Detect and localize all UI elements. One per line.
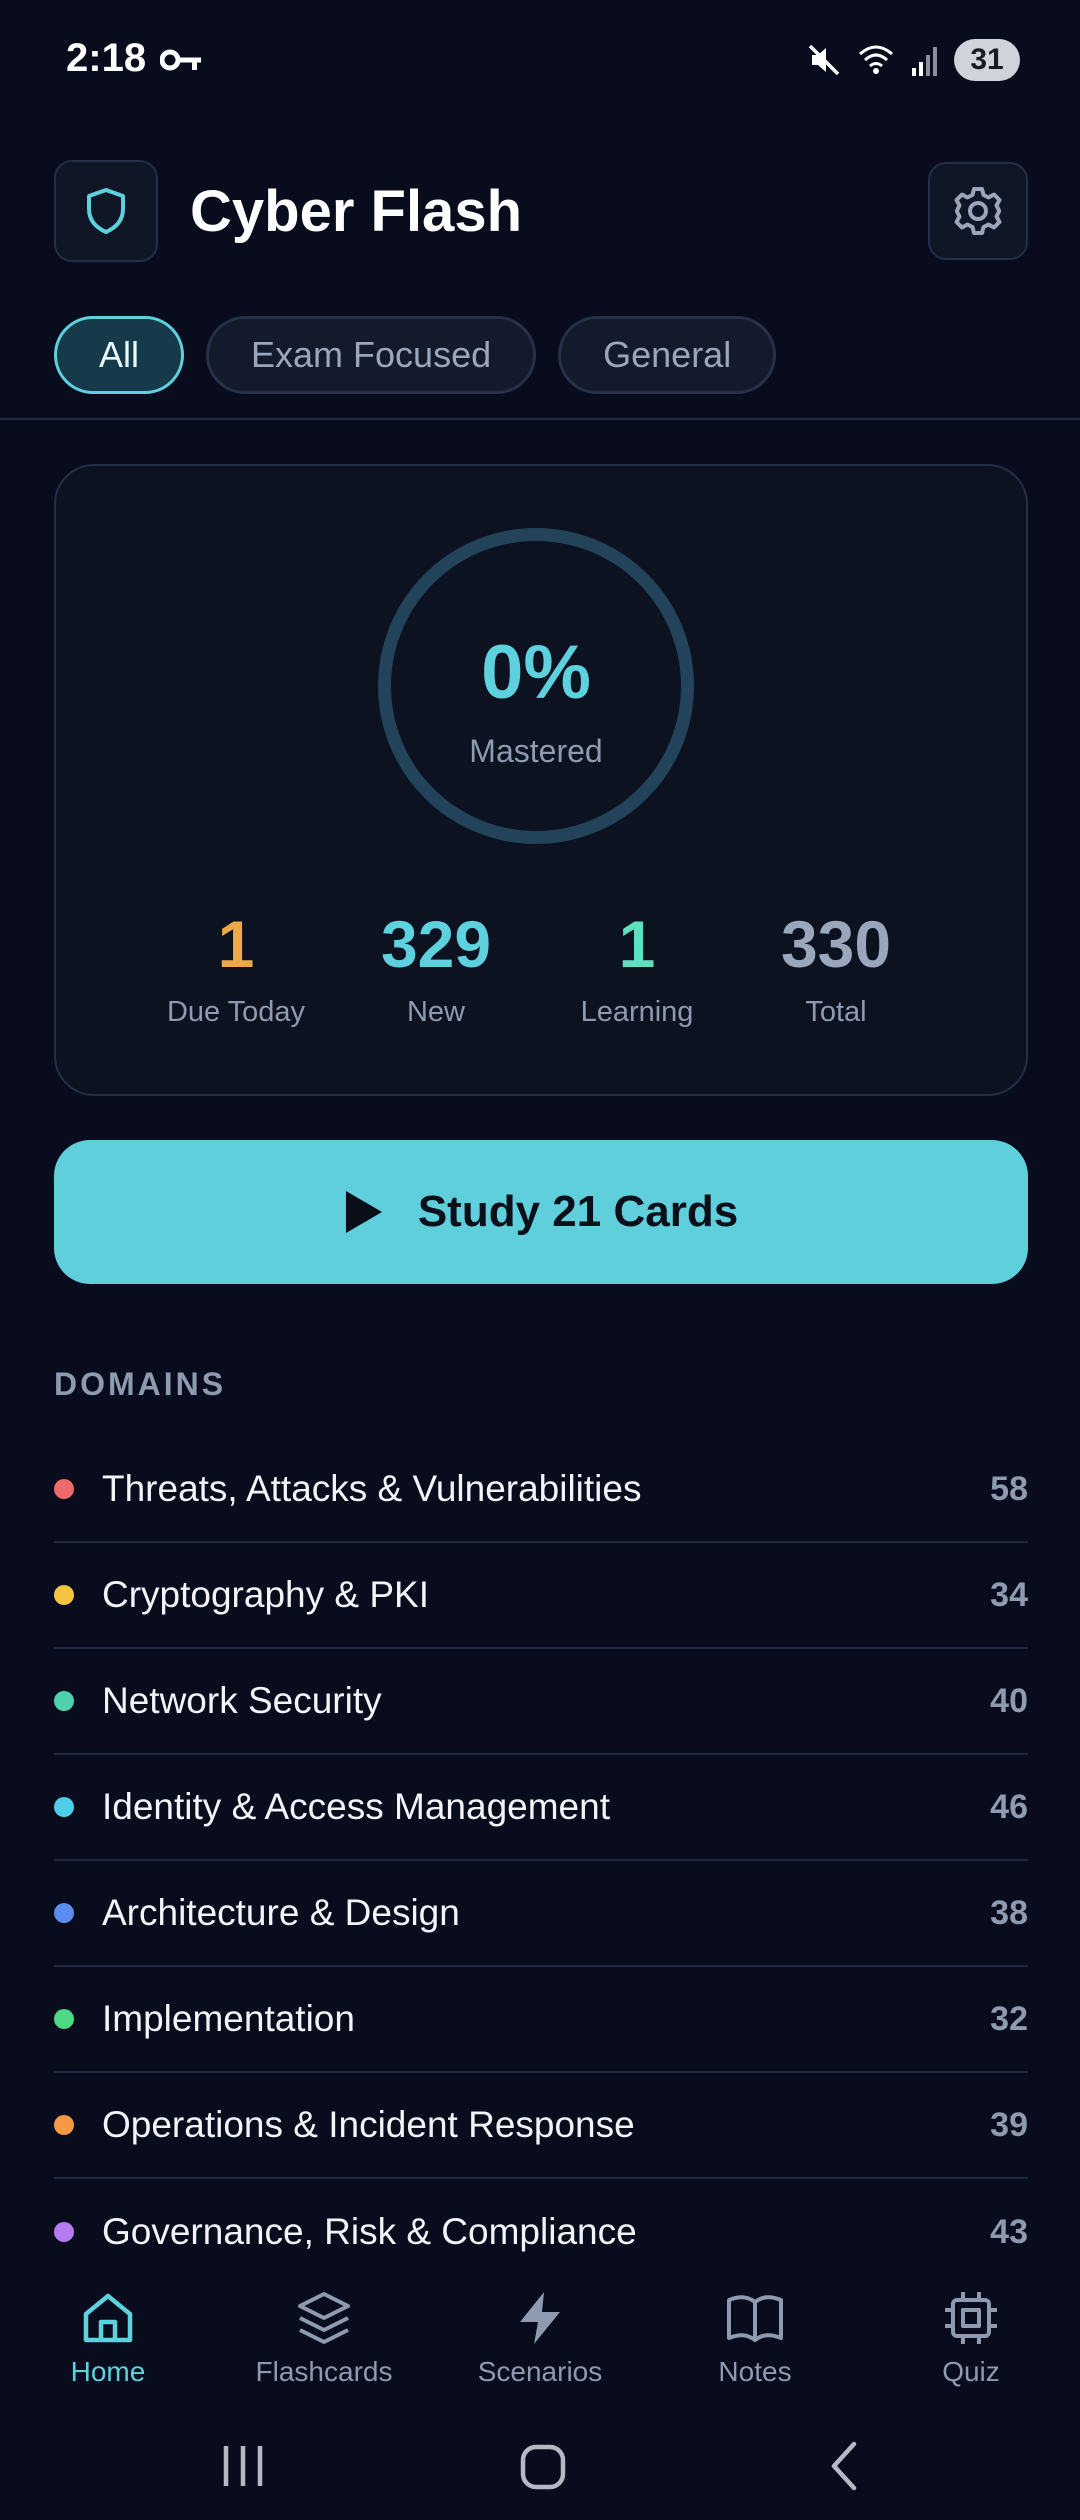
recents-icon[interactable] xyxy=(218,2436,268,2496)
domain-name: Threats, Attacks & Vulnerabilities xyxy=(102,1468,642,1509)
domain-count: 32 xyxy=(990,1999,1028,2038)
nav-notes[interactable]: Notes xyxy=(655,2288,855,2388)
lightning-icon xyxy=(520,2292,560,2344)
battery-indicator: 31 xyxy=(954,39,1020,81)
domain-name: Identity & Access Management xyxy=(102,1786,610,1827)
mastery-label: Mastered xyxy=(469,733,603,769)
home-button-icon[interactable] xyxy=(514,2436,574,2496)
chip-icon xyxy=(945,2292,997,2344)
domain-name: Architecture & Design xyxy=(102,1892,460,1933)
domain-color-dot xyxy=(54,2222,74,2242)
domain-color-dot xyxy=(54,2009,74,2029)
domain-name: Governance, Risk & Compliance xyxy=(102,2211,637,2252)
domain-count: 34 xyxy=(990,1575,1028,1614)
signal-icon xyxy=(912,47,937,76)
nav-label: Flashcards xyxy=(255,2356,393,2387)
key-icon xyxy=(160,49,201,71)
status-time: 2:18 xyxy=(66,36,147,80)
domain-count: 39 xyxy=(990,2105,1028,2144)
mute-icon xyxy=(808,44,840,76)
app-logo xyxy=(54,160,158,262)
domain-name: Operations & Incident Response xyxy=(102,2104,635,2145)
play-icon xyxy=(345,1191,382,1233)
domain-count: 40 xyxy=(990,1681,1028,1720)
gear-icon xyxy=(954,187,1002,235)
domain-count: 46 xyxy=(990,1787,1028,1826)
nav-home[interactable]: Home xyxy=(8,2288,208,2388)
tab-general[interactable]: General xyxy=(558,316,777,394)
domain-item-implementation[interactable]: Implementation 32 xyxy=(54,1967,1028,2073)
domain-color-dot xyxy=(54,1797,74,1817)
domain-count: 38 xyxy=(990,1893,1028,1932)
system-nav-bar xyxy=(0,2412,1080,2520)
status-bar: 2:18 31 xyxy=(0,0,1080,120)
study-button[interactable]: Study 21 Cards xyxy=(54,1140,1028,1284)
stat-total: 330 Total xyxy=(716,906,956,1029)
tab-all[interactable]: All xyxy=(54,316,185,394)
domains-heading: DOMAINS xyxy=(54,1366,227,1402)
domain-name: Implementation xyxy=(102,1998,355,2039)
domain-list: Threats, Attacks & Vulnerabilities 58 Cr… xyxy=(54,1437,1028,2285)
domain-count: 43 xyxy=(990,2212,1028,2251)
domain-color-dot xyxy=(54,1903,74,1923)
domain-item-identity[interactable]: Identity & Access Management 46 xyxy=(54,1755,1028,1861)
layers-icon xyxy=(298,2292,350,2344)
domain-color-dot xyxy=(54,1585,74,1605)
filter-tabs: All Exam Focused General xyxy=(54,316,777,394)
study-button-label: Study 21 Cards xyxy=(417,1187,739,1236)
domain-item-network-security[interactable]: Network Security 40 xyxy=(54,1649,1028,1755)
app-title: Cyber Flash xyxy=(190,179,522,244)
domain-color-dot xyxy=(54,2115,74,2135)
mastery-percent: 0% xyxy=(481,630,591,715)
nav-label: Scenarios xyxy=(477,2356,603,2387)
home-icon xyxy=(83,2293,133,2343)
nav-scenarios[interactable]: Scenarios xyxy=(440,2288,640,2388)
wifi-icon xyxy=(859,45,893,74)
stat-label: Total xyxy=(805,996,867,1028)
tab-exam-focused[interactable]: Exam Focused xyxy=(206,316,537,394)
stats-card: 0% Mastered 1 Due Today 329 New 1 Learni… xyxy=(54,464,1028,1096)
domain-item-cryptography[interactable]: Cryptography & PKI 34 xyxy=(54,1543,1028,1649)
domain-color-dot xyxy=(54,1691,74,1711)
back-icon[interactable] xyxy=(820,2436,870,2496)
domain-item-threats[interactable]: Threats, Attacks & Vulnerabilities 58 xyxy=(54,1437,1028,1543)
status-icons: 31 xyxy=(806,36,1020,84)
domain-item-operations[interactable]: Operations & Incident Response 39 xyxy=(54,2073,1028,2179)
mastery-ring: 0% Mastered xyxy=(378,528,694,844)
nav-label: Quiz xyxy=(942,2356,1000,2387)
domain-name: Network Security xyxy=(102,1680,382,1721)
domain-item-architecture[interactable]: Architecture & Design 38 xyxy=(54,1861,1028,1967)
domain-color-dot xyxy=(54,1479,74,1499)
nav-label: Home xyxy=(70,2356,146,2387)
domain-name: Cryptography & PKI xyxy=(102,1574,429,1615)
book-icon xyxy=(727,2295,783,2342)
nav-label: Notes xyxy=(718,2356,792,2387)
stat-value: 330 xyxy=(780,907,892,981)
nav-quiz[interactable]: Quiz xyxy=(871,2288,1071,2388)
bottom-nav: Home Flashcards Scenarios Notes Quiz xyxy=(0,2270,1080,2412)
shield-icon xyxy=(87,188,125,234)
domain-count: 58 xyxy=(990,1469,1028,1508)
settings-button[interactable] xyxy=(928,162,1028,260)
header-divider xyxy=(0,418,1080,420)
nav-flashcards[interactable]: Flashcards xyxy=(224,2288,424,2388)
